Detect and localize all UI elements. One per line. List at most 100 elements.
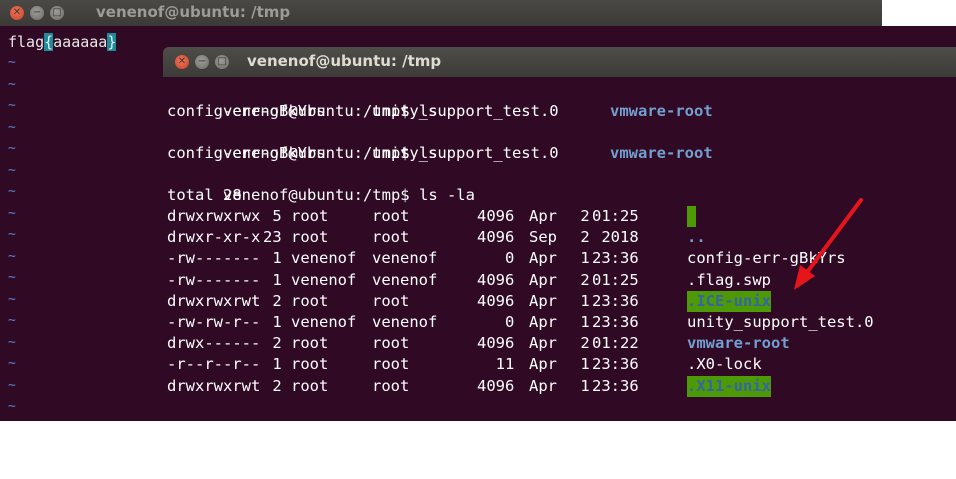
file-group: venenof bbox=[372, 249, 438, 268]
vim-brace-open: { bbox=[44, 33, 54, 51]
ls-la-row: drwxrwxrwt 2 root root 4096 Apr 1 23:36 .X11-u… bbox=[167, 375, 947, 397]
file-perm: drwxrwxrwx bbox=[167, 207, 261, 225]
file-size: 4096 bbox=[477, 228, 515, 247]
file-perm: -r--r--r-- bbox=[167, 355, 261, 374]
file-month: Apr bbox=[529, 355, 557, 374]
terminal-line: venenof@ubuntu:/tmp$ bbox=[167, 416, 424, 456]
ls-la-row: -rw-rw-r-- 1 venenof venenof 0 Apr 1 23:36 un… bbox=[167, 312, 947, 333]
file-links: 2 bbox=[263, 291, 282, 310]
file-links: 1 bbox=[263, 355, 282, 374]
vim-tilde-marker: ~ bbox=[8, 184, 16, 199]
vim-window-title: venenof@ubuntu: /tmp bbox=[96, 3, 291, 21]
file-name: .ICE-unix bbox=[687, 290, 771, 312]
file-name: vmware-root bbox=[687, 334, 790, 353]
ls-item: config-err-gBkYrs bbox=[167, 102, 326, 120]
file-time: 01:25 bbox=[592, 270, 639, 289]
file-month: Apr bbox=[529, 334, 557, 353]
terminal-cursor bbox=[413, 439, 424, 456]
file-links: 1 bbox=[263, 249, 282, 268]
ls-output-line: config-err-gBkYrs unity_support_test.0 v… bbox=[167, 101, 947, 122]
file-owner: root bbox=[291, 334, 329, 353]
terminal-output-area[interactable]: venenof@ubuntu:/tmp$ ls config-err-gBkYr… bbox=[163, 77, 956, 456]
file-name: .. bbox=[687, 228, 706, 247]
ls-item: unity_support_test.0 bbox=[372, 102, 559, 120]
terminal-window-titlebar[interactable]: ✕ − □ venenof@ubuntu: /tmp bbox=[163, 47, 956, 77]
vim-tilde-marker: ~ bbox=[8, 55, 16, 70]
vim-tilde-marker: ~ bbox=[8, 163, 16, 178]
vim-tilde-marker: ~ bbox=[8, 313, 16, 328]
file-day: 2 bbox=[571, 228, 590, 247]
file-perm: -rw-rw-r-- bbox=[167, 313, 261, 331]
file-month: Sep bbox=[529, 228, 557, 247]
file-size: 4096 bbox=[477, 334, 515, 353]
file-month: Apr bbox=[529, 376, 557, 395]
shell-prompt: venenof@ubuntu:/tmp$ bbox=[223, 186, 410, 204]
minimize-icon[interactable]: − bbox=[30, 6, 44, 20]
file-day: 1 bbox=[571, 249, 590, 268]
ls-item: config-err-gBkYrs bbox=[167, 144, 326, 162]
file-owner: venenof bbox=[291, 270, 357, 289]
file-size: 11 bbox=[477, 355, 515, 374]
file-links: 5 bbox=[263, 207, 282, 225]
file-links: 23 bbox=[263, 228, 282, 247]
file-perm: -rw------- bbox=[167, 270, 261, 289]
file-owner: root bbox=[291, 228, 329, 247]
close-icon[interactable]: ✕ bbox=[175, 55, 189, 69]
vim-text-content: aaaaaa bbox=[53, 33, 108, 51]
terminal-line: venenof@ubuntu:/tmp$ ls -la bbox=[167, 164, 475, 204]
file-month: Apr bbox=[529, 313, 557, 331]
vim-tilde-marker: ~ bbox=[8, 141, 16, 156]
file-group: root bbox=[372, 207, 410, 225]
file-perm: drwx------ bbox=[167, 334, 261, 353]
file-perm: -rw------- bbox=[167, 249, 261, 268]
file-day: 2 bbox=[571, 270, 590, 289]
file-time: 2018 bbox=[592, 228, 639, 247]
file-day: 2 bbox=[571, 207, 590, 225]
ls-la-row: -rw------- 1 venenof venenof 0 Apr 1 23:36 co… bbox=[167, 248, 947, 269]
ls-la-row: drwx------ 2 root root 4096 Apr 2 01:22 vmware… bbox=[167, 333, 947, 354]
file-time: 23:36 bbox=[592, 376, 639, 395]
file-size: 0 bbox=[477, 249, 515, 268]
maximize-icon[interactable]: □ bbox=[215, 55, 229, 69]
file-name: .X0-lock bbox=[687, 355, 762, 374]
file-group: root bbox=[372, 334, 410, 353]
file-group: venenof bbox=[372, 270, 438, 289]
file-owner: venenof bbox=[291, 249, 357, 268]
file-time: 23:36 bbox=[592, 313, 639, 331]
file-month: Apr bbox=[529, 207, 557, 225]
vim-window-titlebar[interactable]: ✕ − □ venenof@ubuntu: /tmp bbox=[0, 0, 882, 26]
maximize-icon[interactable]: □ bbox=[50, 6, 64, 20]
file-owner: root bbox=[291, 291, 329, 310]
file-links: 2 bbox=[263, 376, 282, 395]
file-perm: drwxr-xr-x bbox=[167, 228, 261, 247]
ls-total-line: total 28 bbox=[167, 186, 242, 204]
vim-tilde-marker: ~ bbox=[8, 98, 16, 113]
ls-item: unity_support_test.0 bbox=[372, 144, 559, 162]
ls-la-row: -r--r--r-- 1 root root 11 Apr 1 23:36 .X0-loc… bbox=[167, 354, 947, 375]
file-group: venenof bbox=[372, 313, 438, 331]
vim-tilde-marker: ~ bbox=[8, 120, 16, 135]
ls-item-directory: vmware-root bbox=[610, 102, 713, 120]
file-links: 1 bbox=[263, 313, 282, 331]
minimize-icon[interactable]: − bbox=[195, 55, 209, 69]
terminal-window-title: venenof@ubuntu: /tmp bbox=[247, 52, 442, 70]
file-day: 1 bbox=[571, 313, 590, 331]
vim-tilde-marker: ~ bbox=[8, 356, 16, 371]
file-day: 2 bbox=[571, 334, 590, 353]
file-day: 1 bbox=[571, 291, 590, 310]
ls-output-line: config-err-gBkYrs unity_support_test.0 v… bbox=[167, 143, 947, 164]
file-size: 0 bbox=[477, 313, 515, 331]
file-group: root bbox=[372, 228, 410, 247]
file-time: 01:25 bbox=[592, 207, 639, 225]
vim-tilde-marker: ~ bbox=[8, 335, 16, 350]
vim-tilde-marker: ~ bbox=[8, 227, 16, 242]
vim-tilde-marker: ~ bbox=[8, 378, 16, 393]
file-size: 4096 bbox=[477, 207, 515, 225]
file-time: 23:36 bbox=[592, 291, 639, 310]
close-icon[interactable]: ✕ bbox=[10, 6, 24, 20]
file-month: Apr bbox=[529, 270, 557, 289]
ls-la-row: drwxrwxrwx 5 root root 4096 Apr 2 01:25. bbox=[167, 206, 947, 227]
file-size: 4096 bbox=[477, 376, 515, 395]
vim-tilde-marker: ~ bbox=[8, 399, 16, 414]
file-owner: root bbox=[291, 207, 329, 225]
